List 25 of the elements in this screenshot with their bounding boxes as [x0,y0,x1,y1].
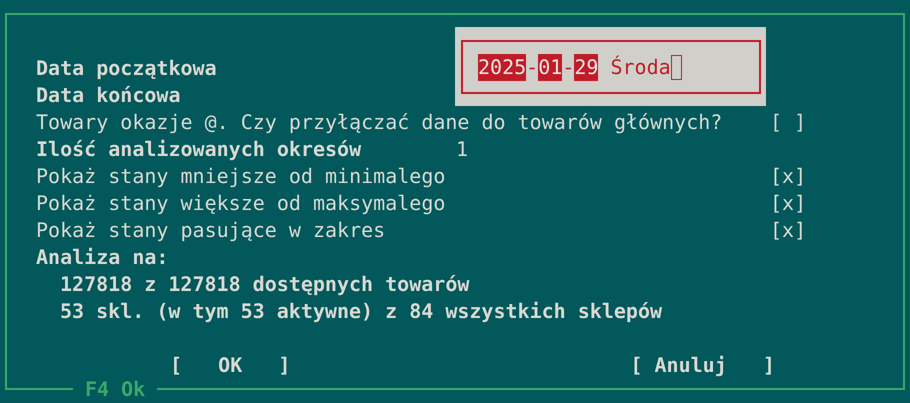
field-label: Towary okazje @. Czy przyłączać dane do towarów głównych? [36,109,722,136]
date-input[interactable]: 2025-01-29 Środa [461,40,761,94]
field-label: Data początkowa [36,55,217,82]
date-separator: - [562,54,574,80]
field-label: Pokaż stany większe od maksymalego [36,190,446,217]
field-label: Analiza na: [36,244,168,271]
field-value[interactable]: 1 [456,136,468,163]
checkbox[interactable]: [x] [770,217,806,244]
field-label: Ilość analizowanych okresów [36,136,362,163]
ok-button[interactable]: [ OK ] [170,352,290,379]
checkbox[interactable]: [ ] [770,109,806,136]
field-label: 53 skl. (w tym 53 aktywne) z 84 wszystkich sklepów [59,298,662,325]
field-label: Pokaż stany mniejsze od minimalego [36,163,446,190]
date-part: 01 [538,54,562,80]
date-part: 2025 [478,54,526,80]
cancel-button[interactable]: [ Anuluj ] [630,352,775,379]
field-label: Data końcowa [36,82,180,109]
checkbox[interactable]: [x] [770,190,806,217]
field-label: 127818 z 127818 dostępnych towarów [59,271,470,298]
field-label: Pokaż stany pasujące w zakres [36,217,386,244]
date-part: 29 [574,54,598,80]
weekday-text: Środa [610,54,671,80]
text-cursor [670,54,682,80]
checkbox[interactable]: [x] [770,163,806,190]
date-separator: - [526,54,538,80]
